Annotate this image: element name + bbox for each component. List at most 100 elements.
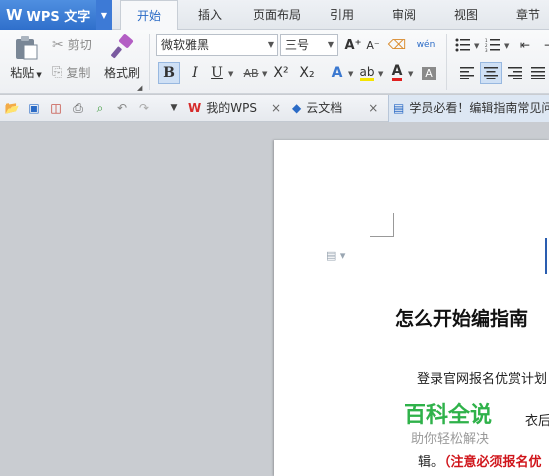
close-icon[interactable]: × [271,95,281,122]
tab-my-wps-label: 我的WPS [206,101,257,115]
app-menu-button[interactable]: W WPS 文字 ▼ [0,0,112,30]
copy-label: 复制 [66,66,91,80]
underline-dropdown[interactable]: ▼ [228,70,233,78]
font-size-value: 三号 [285,38,310,52]
tab-cloud-docs[interactable]: ◆ 云文档 × [292,95,378,122]
divider [446,34,447,90]
underline-button[interactable]: U [206,62,228,84]
font-name-value: 微软雅黑 [161,38,210,52]
redo-icon[interactable]: ↷ [136,100,152,116]
indent-icon: ⇥ [544,38,549,52]
save-icon[interactable]: ▣ [26,100,42,116]
undo-icon[interactable]: ↶ [114,100,130,116]
tab-home[interactable]: 开始 [120,0,178,31]
bullet-list-button[interactable] [452,34,474,56]
numbered-list-button[interactable]: 1 2 3 [482,34,504,56]
numbered-list-dropdown[interactable]: ▼ [504,42,509,50]
customize-chevron-icon[interactable]: ▼ [166,100,182,116]
export-pdf-icon[interactable]: ◫ [48,100,64,116]
align-right-button[interactable] [504,62,526,84]
body-line-1: 登录官网报名优赏计划 [417,372,548,387]
chevron-down-icon: ▼ [267,40,274,49]
chevron-down-icon: ▼ [327,40,334,49]
justify-button[interactable] [527,62,549,84]
tab-current-document[interactable]: ▤ 学员必看！编辑指南常见问 [388,95,549,122]
margin-corner-mark [370,213,394,237]
bullet-list-icon [455,38,470,52]
chevron-down-icon[interactable]: ▼ [96,0,112,30]
paste-label: 粘贴 [10,66,35,80]
align-center-icon [484,67,498,79]
pinyin-button[interactable]: wén [412,34,440,56]
tab-current-document-label: 学员必看！编辑指南常见问 [409,101,549,115]
strikethrough-dropdown[interactable]: ▼ [262,70,267,78]
watermark-subtitle: 助你轻松解决 [411,432,490,447]
outdent-button[interactable]: ⇤ [514,34,536,56]
indent-button[interactable]: ⇥ [538,34,549,56]
print-preview-icon[interactable]: ⌕ [92,100,108,116]
paste-button[interactable]: 粘贴 ▼ [6,34,46,81]
tab-page-layout[interactable]: 页面布局 [244,0,310,30]
text-effect-icon: A [331,65,343,81]
tab-chapter[interactable]: 章节 [506,0,549,30]
wps-logo-icon: W [188,101,202,115]
scissors-icon: ✂ [52,36,64,53]
body-line-3: 辑。（注意必须报名优 [418,451,542,470]
char-shading-button[interactable]: A [418,62,440,84]
cut-button[interactable]: ✂ 剪切 [52,36,92,53]
highlight-button[interactable]: ab [356,62,378,84]
document-heading: 怎么开始编指南 [395,308,529,330]
document-icon: ▤ [393,101,405,115]
body-line-3-red: （注意必须报名优 [444,455,542,470]
divider [149,34,150,90]
tab-view[interactable]: 视图 [444,0,488,30]
align-left-button[interactable] [456,62,478,84]
clipboard-icon [16,36,38,60]
app-name: WPS 文字 [26,9,91,25]
strikethrough-button[interactable]: AB [238,62,264,84]
font-color-dropdown[interactable]: ▼ [408,70,413,78]
clear-format-button[interactable]: ⌫ [386,34,408,56]
eraser-icon: ⌫ [387,37,407,53]
open-folder-icon[interactable]: 📂 [4,100,20,116]
body-line-2: 衣后， [525,414,549,429]
copy-button[interactable]: ⎘ 复制 [52,64,90,81]
close-icon[interactable]: × [368,95,378,122]
menu-bar: W WPS 文字 ▼ 开始 插入 页面布局 引用 审阅 视图 章节 [0,0,549,31]
tab-review[interactable]: 审阅 [382,0,426,30]
format-painter-button[interactable]: 格式刷 [102,34,142,81]
bold-button[interactable]: B [158,62,180,84]
tab-cloud-docs-label: 云文档 [306,101,343,115]
font-color-icon: A [391,63,403,81]
italic-button[interactable]: I [184,62,206,84]
font-size-select[interactable]: 三号 ▼ [280,34,338,56]
font-name-select[interactable]: 微软雅黑 ▼ [156,34,278,56]
highlighter-icon: ab [359,64,375,81]
text-cursor [545,238,547,274]
text-effect-button[interactable]: A [326,62,348,84]
cut-label: 剪切 [67,38,92,52]
highlight-dropdown[interactable]: ▼ [378,70,383,78]
brush-icon [111,34,133,59]
subscript-button[interactable]: X₂ [296,62,318,84]
superscript-button[interactable]: X² [270,62,292,84]
text-effect-dropdown[interactable]: ▼ [348,70,353,78]
clipboard-dialog-launcher[interactable]: ◢ [137,84,142,92]
align-center-button[interactable] [480,62,502,84]
print-icon[interactable]: ⎙ [70,100,86,116]
grow-font-button[interactable]: A⁺ [342,34,364,56]
numbered-list-icon: 1 2 3 [485,38,500,52]
watermark-title: 百科全说 [404,403,493,428]
format-painter-label: 格式刷 [103,66,140,80]
bullet-list-dropdown[interactable]: ▼ [474,42,479,50]
shrink-font-button[interactable]: A⁻ [362,34,384,56]
paste-options-icon[interactable]: ▤ ▾ [326,249,345,262]
font-color-button[interactable]: A [386,62,408,84]
align-right-icon [508,67,522,79]
tab-references[interactable]: 引用 [320,0,364,30]
char-shading-icon: A [422,66,436,80]
pinyin-label: wén [416,40,436,50]
tab-insert[interactable]: 插入 [186,0,234,30]
tab-my-wps[interactable]: W 我的WPS × [188,95,281,122]
justify-icon [531,67,545,79]
